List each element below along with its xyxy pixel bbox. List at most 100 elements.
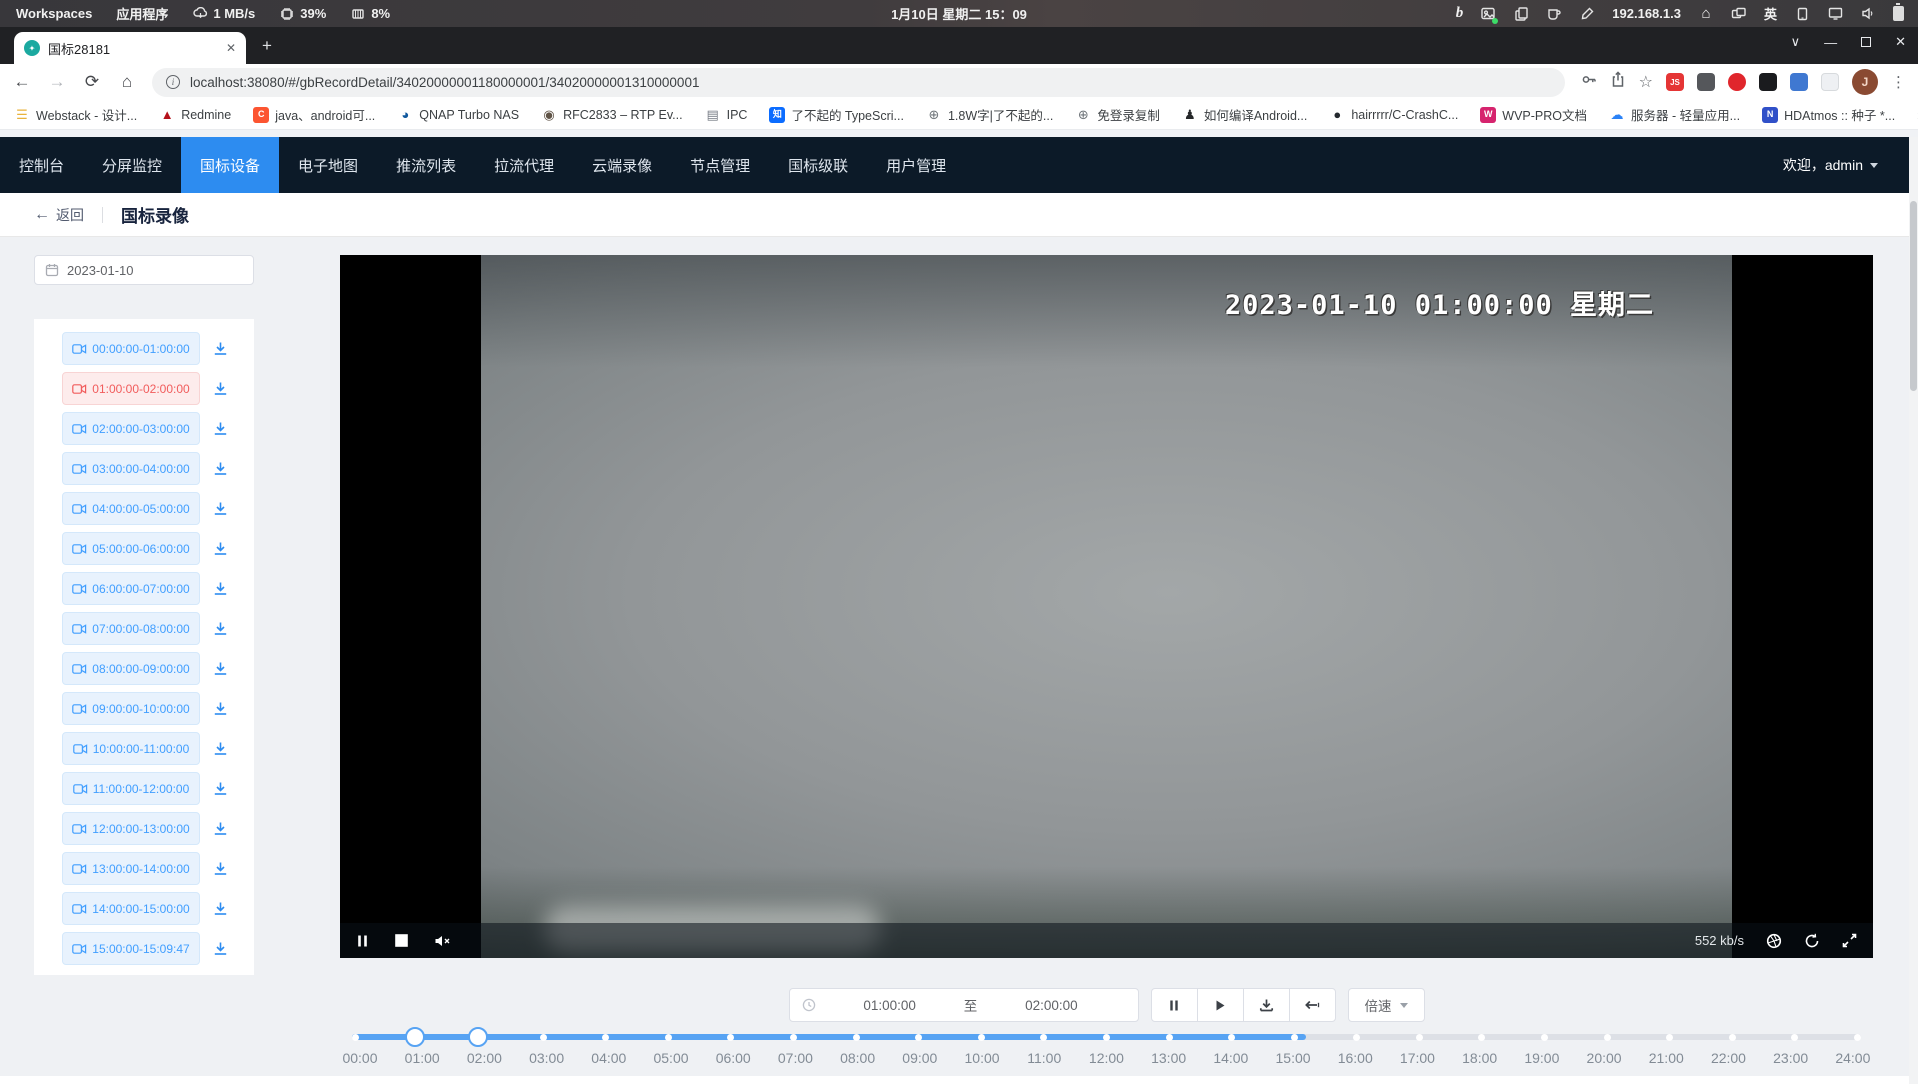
nav-tab[interactable]: 国标级联 bbox=[769, 137, 867, 193]
page-scrollbar[interactable] bbox=[1909, 137, 1918, 1084]
record-chip[interactable]: 01:00:00-02:00:00 bbox=[62, 372, 200, 405]
download-button[interactable] bbox=[1243, 988, 1290, 1022]
bookmark-item[interactable]: C java、android可... bbox=[253, 105, 375, 124]
browser-back-button[interactable]: ← bbox=[12, 72, 32, 92]
url-text[interactable]: localhost:38080/#/gbRecordDetail/3402000… bbox=[190, 75, 699, 90]
download-record-button[interactable] bbox=[211, 419, 230, 438]
nav-tab[interactable]: 分屏监控 bbox=[83, 137, 181, 193]
player-pause-button[interactable] bbox=[356, 934, 369, 948]
home-tray-icon[interactable]: ⌂ bbox=[1698, 6, 1714, 22]
applications-menu-button[interactable]: 应用程序 bbox=[116, 4, 168, 23]
record-chip[interactable]: 12:00:00-13:00:00 bbox=[62, 812, 200, 845]
extension-adblock-icon[interactable] bbox=[1728, 73, 1746, 91]
nav-tab[interactable]: 国标设备 bbox=[181, 137, 279, 193]
browser-menu-icon[interactable]: ⋮ bbox=[1891, 73, 1906, 91]
bookmark-item[interactable]: ⊕ 1.8W字|了不起的... bbox=[926, 105, 1053, 124]
download-record-button[interactable] bbox=[211, 539, 230, 558]
end-time-value[interactable]: 02:00:00 bbox=[977, 998, 1125, 1013]
record-chip[interactable]: 07:00:00-08:00:00 bbox=[62, 612, 200, 645]
bookmark-item[interactable]: ☰ Webstack - 设计... bbox=[14, 105, 137, 124]
download-record-button[interactable] bbox=[211, 779, 230, 798]
extension-blue-icon[interactable] bbox=[1790, 73, 1808, 91]
site-info-icon[interactable]: i bbox=[166, 75, 180, 89]
nav-tab[interactable]: 电子地图 bbox=[279, 137, 377, 193]
ip-address-indicator[interactable]: 192.168.1.3 bbox=[1612, 6, 1681, 21]
user-menu[interactable]: 欢迎，admin bbox=[1783, 155, 1878, 175]
bookmark-item[interactable]: ▲ Redmine bbox=[159, 107, 231, 123]
record-chip[interactable]: 13:00:00-14:00:00 bbox=[62, 852, 200, 885]
caffeine-tray-icon[interactable] bbox=[1546, 6, 1562, 22]
extension-tampermonkey-icon[interactable] bbox=[1697, 73, 1715, 91]
input-method-indicator[interactable]: 英 bbox=[1764, 4, 1777, 23]
battery-tray-icon[interactable] bbox=[1893, 6, 1904, 21]
password-key-icon[interactable] bbox=[1580, 71, 1597, 93]
nav-tab[interactable]: 推流列表 bbox=[377, 137, 475, 193]
record-chip[interactable]: 00:00:00-01:00:00 bbox=[62, 332, 200, 365]
download-record-button[interactable] bbox=[211, 379, 230, 398]
browser-reload-button[interactable]: ⟳ bbox=[82, 72, 102, 92]
seek-back-button[interactable] bbox=[1289, 988, 1336, 1022]
record-chip[interactable]: 14:00:00-15:00:00 bbox=[62, 892, 200, 925]
nav-tab[interactable]: 控制台 bbox=[0, 137, 83, 193]
download-record-button[interactable] bbox=[211, 699, 230, 718]
download-record-button[interactable] bbox=[211, 739, 230, 758]
bookmark-item[interactable]: N HDAtmos :: 种子 *... bbox=[1762, 105, 1895, 124]
window-close-button[interactable]: ✕ bbox=[1895, 34, 1906, 50]
bookmark-item[interactable]: ◉ RFC2833 – RTP Ev... bbox=[541, 107, 683, 123]
browser-forward-button[interactable]: → bbox=[47, 72, 67, 92]
record-chip[interactable]: 03:00:00-04:00:00 bbox=[62, 452, 200, 485]
tab-search-chevron-icon[interactable]: ∨ bbox=[1791, 34, 1801, 50]
tab-close-icon[interactable]: ✕ bbox=[226, 41, 236, 55]
nav-tab[interactable]: 云端录像 bbox=[573, 137, 671, 193]
fullscreen-button[interactable] bbox=[1842, 933, 1857, 948]
address-bar[interactable]: i localhost:38080/#/gbRecordDetail/34020… bbox=[152, 68, 1565, 97]
record-chip[interactable]: 05:00:00-06:00:00 bbox=[62, 532, 200, 565]
back-button[interactable]: ← 返回 bbox=[34, 205, 84, 225]
share-icon[interactable] bbox=[1610, 71, 1626, 93]
color-picker-tray-icon[interactable] bbox=[1579, 6, 1595, 22]
new-tab-button[interactable]: + bbox=[254, 33, 280, 59]
record-chip[interactable]: 06:00:00-07:00:00 bbox=[62, 572, 200, 605]
timeline-handle[interactable] bbox=[405, 1027, 425, 1047]
download-record-button[interactable] bbox=[211, 499, 230, 518]
bookmark-item[interactable]: ⊕ 免登录复制 bbox=[1075, 105, 1160, 124]
bookmark-item[interactable]: ● hairrrrr/C-CrashC... bbox=[1329, 107, 1458, 123]
pause-button[interactable] bbox=[1151, 988, 1198, 1022]
timeline-slider[interactable]: 00:0001:0002:0003:0004:0005:0006:0007:00… bbox=[340, 1034, 1873, 1066]
download-record-button[interactable] bbox=[211, 339, 230, 358]
browser-home-button[interactable]: ⌂ bbox=[117, 72, 137, 92]
speed-dropdown[interactable]: 倍速 bbox=[1348, 988, 1425, 1022]
extension-dark-icon[interactable] bbox=[1759, 73, 1777, 91]
volume-tray-icon[interactable] bbox=[1860, 6, 1876, 22]
nav-tab[interactable]: 拉流代理 bbox=[475, 137, 573, 193]
bookmark-star-icon[interactable]: ☆ bbox=[1639, 72, 1653, 92]
bookmark-item[interactable]: W WVP-PRO文档 bbox=[1480, 105, 1587, 124]
nav-tab[interactable]: 节点管理 bbox=[671, 137, 769, 193]
taskbar-clock[interactable]: 1月10日 星期二 15：09 bbox=[891, 4, 1027, 23]
bookmark-item[interactable]: ☁ 服务器 - 轻量应用... bbox=[1609, 105, 1740, 124]
nav-tab[interactable]: 用户管理 bbox=[867, 137, 965, 193]
record-chip[interactable]: 15:00:00-15:09:47 bbox=[62, 932, 200, 965]
record-chip[interactable]: 11:00:00-12:00:00 bbox=[62, 772, 200, 805]
bookmark-item[interactable]: ◕ QNAP Turbo NAS bbox=[397, 107, 519, 123]
extension-light-icon[interactable] bbox=[1821, 73, 1839, 91]
video-player[interactable]: 2023-01-10 01:00:00 星期二 552 bbox=[340, 255, 1873, 958]
player-mute-button[interactable] bbox=[434, 934, 451, 948]
play-button[interactable] bbox=[1197, 988, 1244, 1022]
workspaces-button[interactable]: Workspaces bbox=[16, 6, 92, 21]
download-record-button[interactable] bbox=[211, 819, 230, 838]
clipboard-tray-icon[interactable] bbox=[1513, 6, 1529, 22]
date-picker-input[interactable]: 2023-01-10 bbox=[34, 255, 254, 285]
start-time-value[interactable]: 01:00:00 bbox=[816, 998, 964, 1013]
download-record-button[interactable] bbox=[211, 939, 230, 958]
time-range-picker[interactable]: 01:00:00 至 02:00:00 bbox=[789, 988, 1139, 1022]
extension-js-icon[interactable]: JS bbox=[1666, 73, 1684, 91]
record-chip[interactable]: 09:00:00-10:00:00 bbox=[62, 692, 200, 725]
tablet-tray-icon[interactable] bbox=[1794, 6, 1810, 22]
download-record-button[interactable] bbox=[211, 859, 230, 878]
record-chip[interactable]: 02:00:00-03:00:00 bbox=[62, 412, 200, 445]
snapshot-button[interactable] bbox=[1766, 933, 1782, 949]
download-record-button[interactable] bbox=[211, 899, 230, 918]
workspace-switcher-icon[interactable] bbox=[1731, 6, 1747, 22]
record-chip[interactable]: 10:00:00-11:00:00 bbox=[62, 732, 200, 765]
